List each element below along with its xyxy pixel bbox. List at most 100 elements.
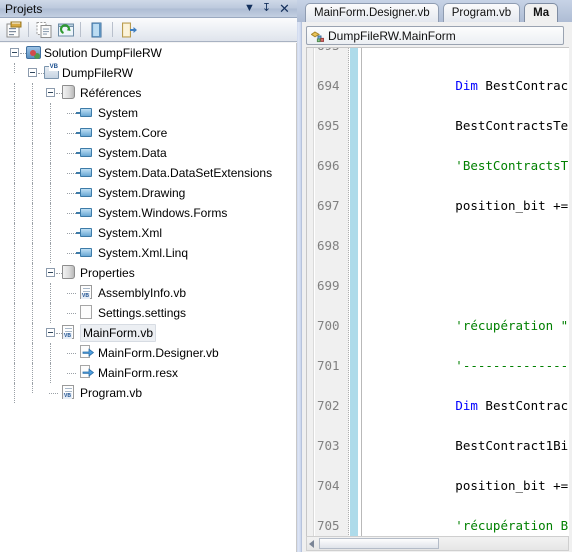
solution-tree[interactable]: Solution DumpFileRW DumpFileRW Références S…: [0, 43, 297, 552]
horizontal-scrollbar[interactable]: [306, 536, 569, 551]
tree-item[interactable]: System.Xml: [0, 223, 296, 243]
code-line[interactable]: 703 BestContract1BitmapText: [307, 436, 569, 456]
panel-titlebar: Projets ▼ ↧ ✕: [0, 0, 297, 18]
tree-expander-toggle[interactable]: [46, 88, 55, 97]
code-line[interactable]: 699: [307, 276, 569, 296]
tree-expander-toggle[interactable]: [28, 68, 37, 77]
code-line[interactable]: 698: [307, 236, 569, 256]
code-line[interactable]: 694 Dim BestContractsnb As: [307, 76, 569, 96]
tree-connector: [32, 303, 33, 323]
tree-connector: [49, 393, 58, 394]
tree-item-label: Settings.settings: [98, 306, 187, 320]
tree-item[interactable]: System: [0, 103, 296, 123]
tree-connector: [67, 173, 76, 174]
class-member-dropdown[interactable]: DumpFileRW.MainForm: [306, 26, 564, 45]
tree-connector: [67, 233, 76, 234]
tree-connector: [32, 103, 33, 123]
tree-item[interactable]: Program.vb: [0, 383, 296, 403]
tree-item[interactable]: System.Core: [0, 123, 296, 143]
tree-item[interactable]: System.Data.DataSetExtensions: [0, 163, 296, 183]
tree-item-label: MainForm.Designer.vb: [98, 346, 219, 360]
tree-item[interactable]: MainForm.resx: [0, 363, 296, 383]
tree-connector: [32, 143, 33, 163]
code-text-area[interactable]: 693 694 Dim BestContractsnb As 695 BestCon…: [306, 47, 569, 543]
document-tab[interactable]: Program.vb: [442, 3, 521, 22]
tree-item-label: MainForm.resx: [98, 366, 179, 380]
editor-body: DumpFileRW.MainForm 693 694 Dim BestContr…: [297, 22, 572, 552]
tree-item[interactable]: MainForm.Designer.vb: [0, 343, 296, 363]
view-designer-icon[interactable]: [120, 21, 138, 39]
tree-item[interactable]: AssemblyInfo.vb: [0, 283, 296, 303]
view-code-icon[interactable]: [88, 21, 106, 39]
window-menu-dropdown-icon[interactable]: ▼: [242, 1, 257, 16]
code-text: Dim BestContractBitmap: [455, 398, 569, 413]
tree-connector: [32, 83, 33, 103]
refresh-icon[interactable]: [57, 21, 75, 39]
code-line[interactable]: 696 'BestContractsTextBox.T: [307, 156, 569, 176]
line-number: 700: [317, 318, 340, 333]
tree-expander-toggle[interactable]: [46, 268, 55, 277]
tree-item-label: Solution DumpFileRW: [44, 46, 162, 60]
tree-connector: [67, 193, 76, 194]
code-line[interactable]: 693: [307, 48, 569, 56]
tree-item[interactable]: Properties: [0, 263, 296, 283]
reference-icon: [76, 108, 92, 117]
tree-item[interactable]: Références: [0, 83, 296, 103]
line-number: 694: [317, 78, 340, 93]
line-number: 699: [317, 278, 340, 293]
tree-connector: [50, 183, 51, 203]
tree-item[interactable]: MainForm.vb: [0, 323, 296, 343]
code-line[interactable]: 705 'récupération Best Cont: [307, 516, 569, 536]
line-number: 705: [317, 518, 340, 533]
tree-connector: [67, 373, 76, 374]
show-all-files-icon[interactable]: [35, 21, 53, 39]
tree-connector: [67, 293, 76, 294]
tree-item[interactable]: Settings.settings: [0, 303, 296, 323]
tree-expander-toggle[interactable]: [46, 328, 55, 337]
tree-item[interactable]: System.Windows.Forms: [0, 203, 296, 223]
tree-connector: [32, 163, 33, 183]
tree-connector: [14, 123, 15, 143]
code-line[interactable]: 702 Dim BestContractBitmap: [307, 396, 569, 416]
vb-file-icon: [80, 285, 92, 299]
code-lines-container: 693 694 Dim BestContractsnb As 695 BestCon…: [307, 48, 569, 533]
auto-hide-pin-icon[interactable]: ↧: [259, 1, 274, 16]
code-line[interactable]: 701 '--------------------: [307, 356, 569, 376]
code-line[interactable]: 700 'récupération "Best con: [307, 316, 569, 336]
code-text: BestContract1BitmapText: [455, 438, 569, 453]
tree-connector: [32, 383, 33, 393]
reference-icon: [76, 168, 92, 177]
line-number: 693: [315, 48, 347, 56]
tree-item[interactable]: System.Drawing: [0, 183, 296, 203]
line-number: 697: [317, 198, 340, 213]
tree-connector: [32, 123, 33, 143]
tree-item[interactable]: DumpFileRW: [0, 63, 296, 83]
horizontal-scrollbar-thumb[interactable]: [319, 538, 439, 549]
code-text: position_bit += 4: [365, 198, 569, 213]
tree-connector: [32, 203, 33, 223]
code-line[interactable]: 704 position_bit += 3 'incr: [307, 476, 569, 496]
code-text: 'BestContractsTextBox.T: [455, 158, 569, 173]
tree-item-label: Program.vb: [80, 386, 143, 400]
line-number: 704: [317, 478, 340, 493]
close-icon[interactable]: ✕: [277, 1, 292, 16]
properties-folder-icon: [62, 265, 75, 279]
document-tab[interactable]: MainForm.Designer.vb: [305, 3, 439, 22]
tree-item-label: System.Xml: [98, 226, 163, 240]
tree-connector: [67, 353, 76, 354]
tree-item-label: System.Windows.Forms: [98, 206, 228, 220]
document-tab[interactable]: Ma: [524, 3, 559, 22]
properties-icon[interactable]: [5, 21, 23, 39]
code-line[interactable]: 695 BestContractsTextBox.Te: [307, 116, 569, 136]
scroll-left-arrow-icon[interactable]: [309, 540, 314, 548]
tree-item[interactable]: Solution DumpFileRW: [0, 43, 296, 63]
tree-expander-toggle[interactable]: [10, 48, 19, 57]
tree-connector: [32, 243, 33, 263]
code-editor-panel: MainForm.Designer.vb Program.vb Ma DumpFil…: [297, 0, 572, 552]
code-line[interactable]: 697 position_bit += 4: [307, 196, 569, 216]
tree-item[interactable]: System.Data: [0, 143, 296, 163]
tree-connector: [67, 253, 76, 254]
tree-item[interactable]: System.Xml.Linq: [0, 243, 296, 263]
reference-icon: [76, 188, 92, 197]
reference-icon: [76, 128, 92, 137]
